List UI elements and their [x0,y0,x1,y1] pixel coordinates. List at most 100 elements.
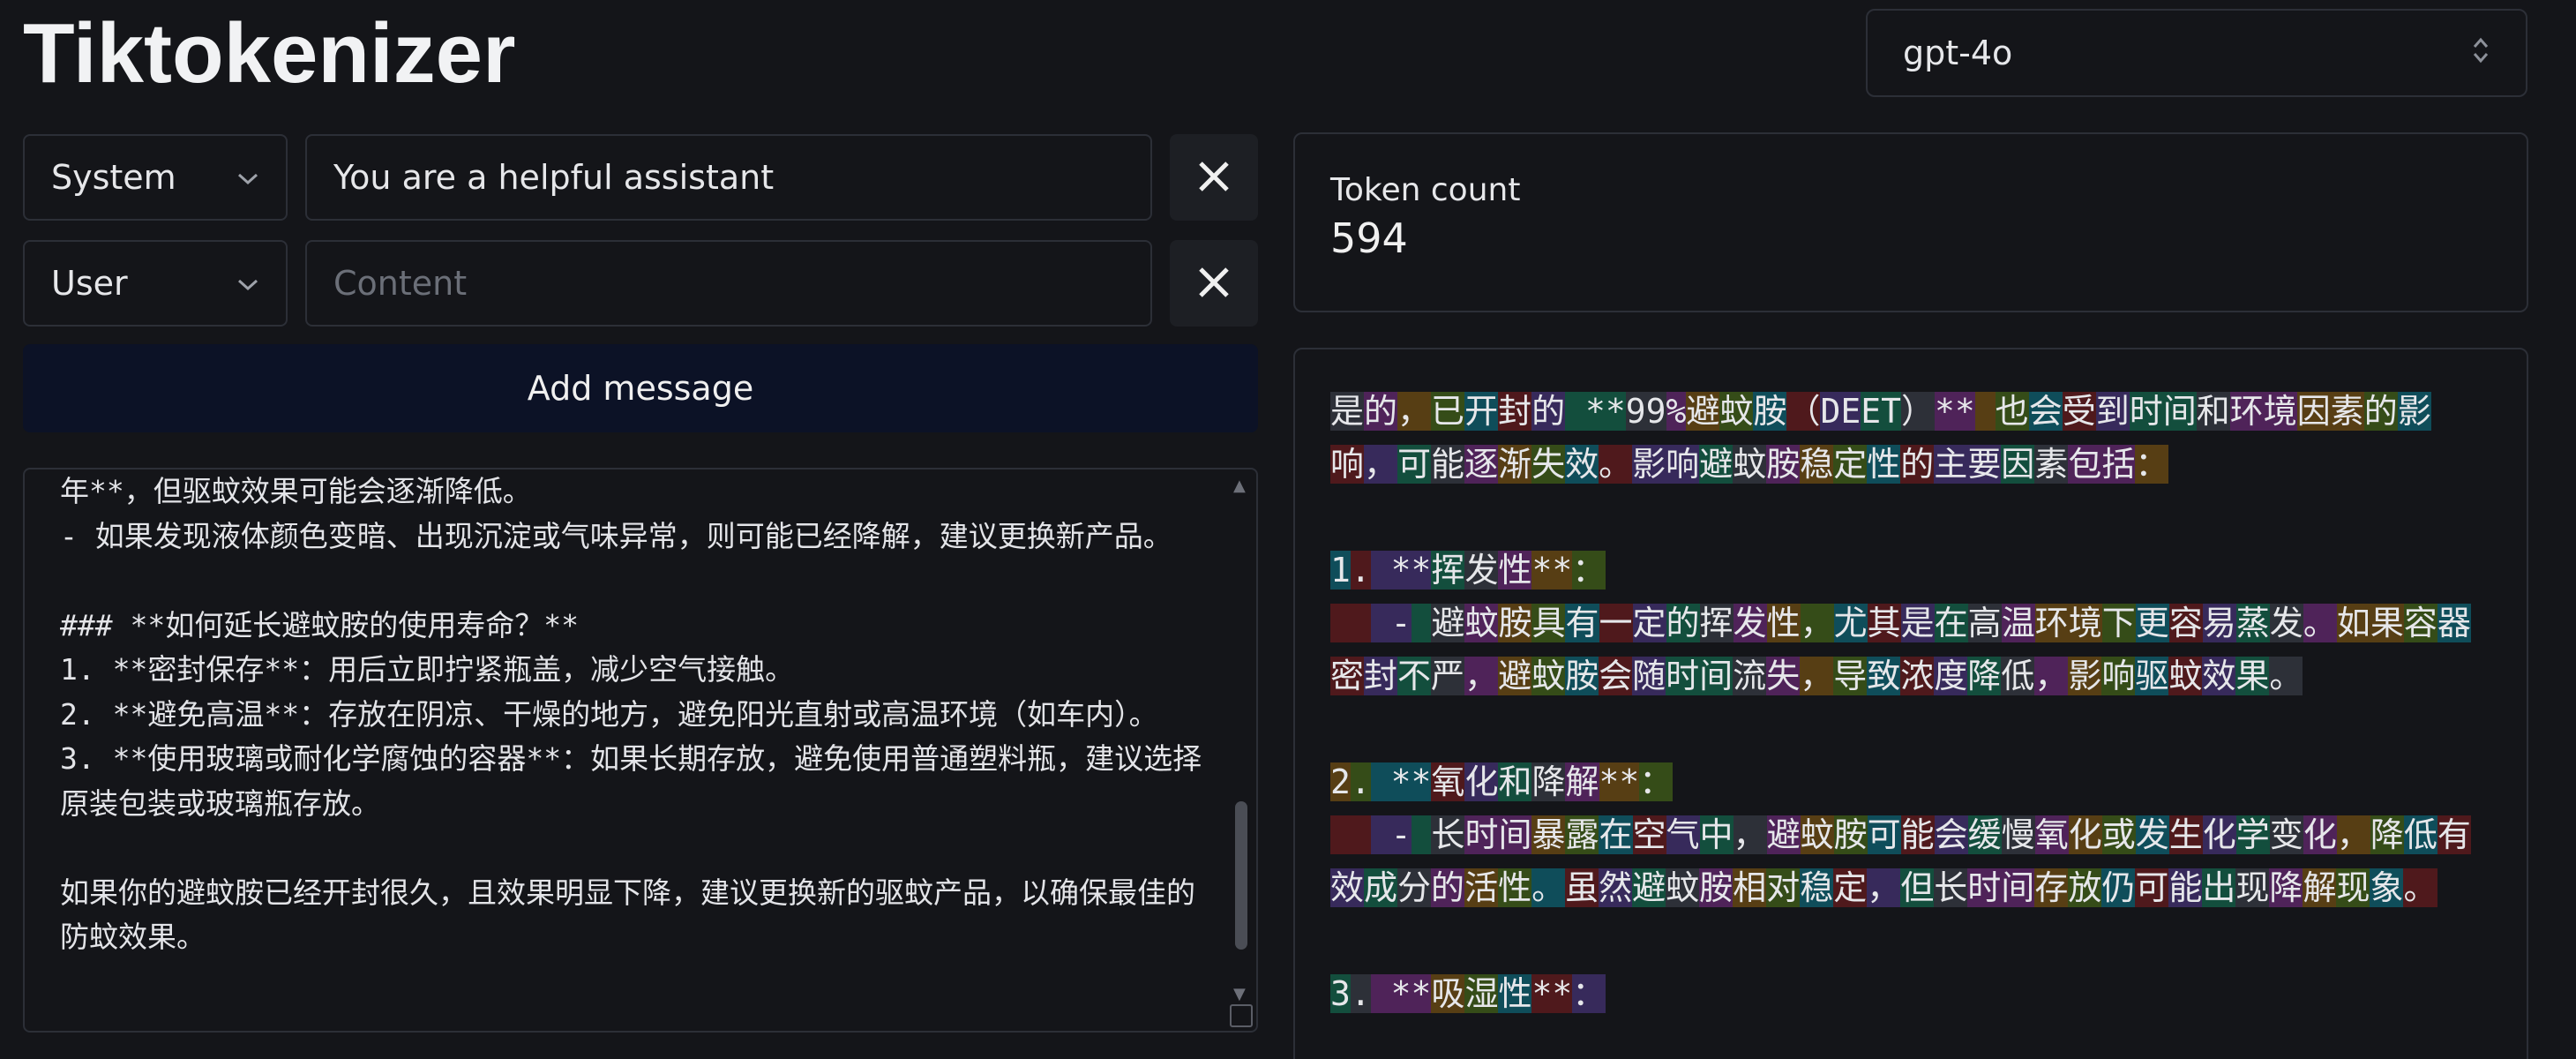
token: 定 [1833,868,1868,907]
scroll-up-icon[interactable]: ▲ [1233,477,1246,495]
role-select-label: User [51,264,128,303]
role-select-system[interactable]: System [23,134,288,221]
assistant-message-textarea[interactable]: 年**，但驱蚊效果可能会逐渐降低。 - 如果发现液体颜色变暗、出现沉淀或气味异常… [23,468,1258,1033]
token: 封 [1364,657,1398,695]
message-content-input[interactable]: Content [305,240,1152,327]
token: 随 [1632,657,1666,695]
model-select[interactable]: gpt-4o [1866,9,2527,97]
token [1411,604,1432,642]
token: 。 [2403,868,2437,907]
token: - [1370,604,1412,642]
token: 或 [2101,815,2136,854]
token: 其 [1867,604,1901,642]
token: 有 [2437,815,2471,854]
token: （ [1786,392,1821,431]
token: 不 [1397,657,1432,695]
token: 性 [1867,445,1901,484]
token: 蚊 [1800,815,1834,854]
token: 在 [1934,604,1968,642]
token: 稳 [1800,868,1834,907]
token: 1 [1330,551,1351,590]
token: 避 [1686,392,1720,431]
token: 时间 [1464,815,1532,854]
token-count-panel: Token count 594 [1293,132,2528,312]
token: 可 [1867,815,1901,854]
token: 气 [1666,815,1700,854]
add-message-button[interactable]: Add message [23,344,1258,432]
token: 蚊 [1531,657,1566,695]
message-content-input[interactable]: You are a helpful assistant [305,134,1152,221]
token: 避 [1431,604,1465,642]
token: 致 [1867,657,1901,695]
tokenized-text: 是的，已开封的 **99%避蚊胺（DEET）** 也会受到时间和环境因素的影响，… [1330,385,2495,1020]
token: 发 [1464,551,1499,590]
token: 避 [1498,657,1532,695]
token: 胺 [1498,604,1532,642]
resize-handle-icon[interactable] [1230,1004,1253,1027]
scroll-down-icon[interactable]: ▼ [1233,985,1246,1003]
token: 胺 [1699,868,1734,907]
remove-message-button[interactable] [1170,240,1258,327]
token: 蚊 [1666,868,1700,907]
updown-chevron-icon [2471,34,2490,71]
token: 影响 [1632,445,1700,484]
token: 器 [2437,604,2471,642]
token: 活 [1464,868,1499,907]
token: 解 [1565,762,1599,801]
token: 对 [1766,868,1801,907]
close-icon [1196,255,1232,312]
token: 和 [2196,392,2230,431]
token: 长 [1934,868,1968,907]
scrollbar-thumb[interactable] [1235,801,1247,950]
textarea-scrollbar[interactable]: ▲ ▼ [1228,477,1253,1006]
token: ** [1935,392,1975,431]
token: ， [2336,815,2370,854]
token: 会 [1599,657,1633,695]
token: 尤 [1833,604,1868,642]
token: 温 [2001,604,2035,642]
token: 。 [1531,868,1566,907]
token: 能 [2168,868,2203,907]
token: ， [1464,657,1499,695]
token: 导 [1833,657,1868,695]
model-select-value: gpt-4o [1903,34,2013,72]
token: 严 [1431,657,1465,695]
token: ： [2135,445,2169,484]
token [1411,815,1432,854]
role-select-user[interactable]: User [23,240,288,327]
token [1330,604,1371,642]
token: 露 [1565,815,1599,854]
token: 空 [1632,815,1666,854]
token: 时间 [2129,392,2197,431]
token: 度 [1934,657,1968,695]
token: 胺 [1753,392,1787,431]
token: 主要 [1934,445,2002,484]
token: 降 [1531,762,1566,801]
token: ： [1572,551,1606,590]
token: 逐 [1464,445,1499,484]
remove-message-button[interactable] [1170,134,1258,221]
token: 分 [1397,868,1432,907]
token: - [1370,815,1412,854]
token: 驱 [2135,657,2169,695]
token: ， [2034,657,2069,695]
token: 封 [1498,392,1532,431]
token: 定 [1632,604,1666,642]
token: 素 [2034,445,2069,484]
app-title: Tiktokenizer [23,6,516,101]
token: 出 [2202,868,2236,907]
token: % [1666,392,1687,431]
token: 的 [1531,392,1566,431]
token: 是 [1900,604,1935,642]
token: 避 [1632,868,1666,907]
token: 降 [1967,657,2002,695]
token: 学 [2235,815,2270,854]
token: 开 [1464,392,1499,431]
token: 定 [1833,445,1868,484]
token: 也 [1995,392,2029,431]
token: ： [1572,974,1606,1013]
token: ） [1901,392,1936,431]
close-icon [1196,149,1232,207]
token: 果 [2235,657,2270,695]
token: 降 [2269,868,2303,907]
